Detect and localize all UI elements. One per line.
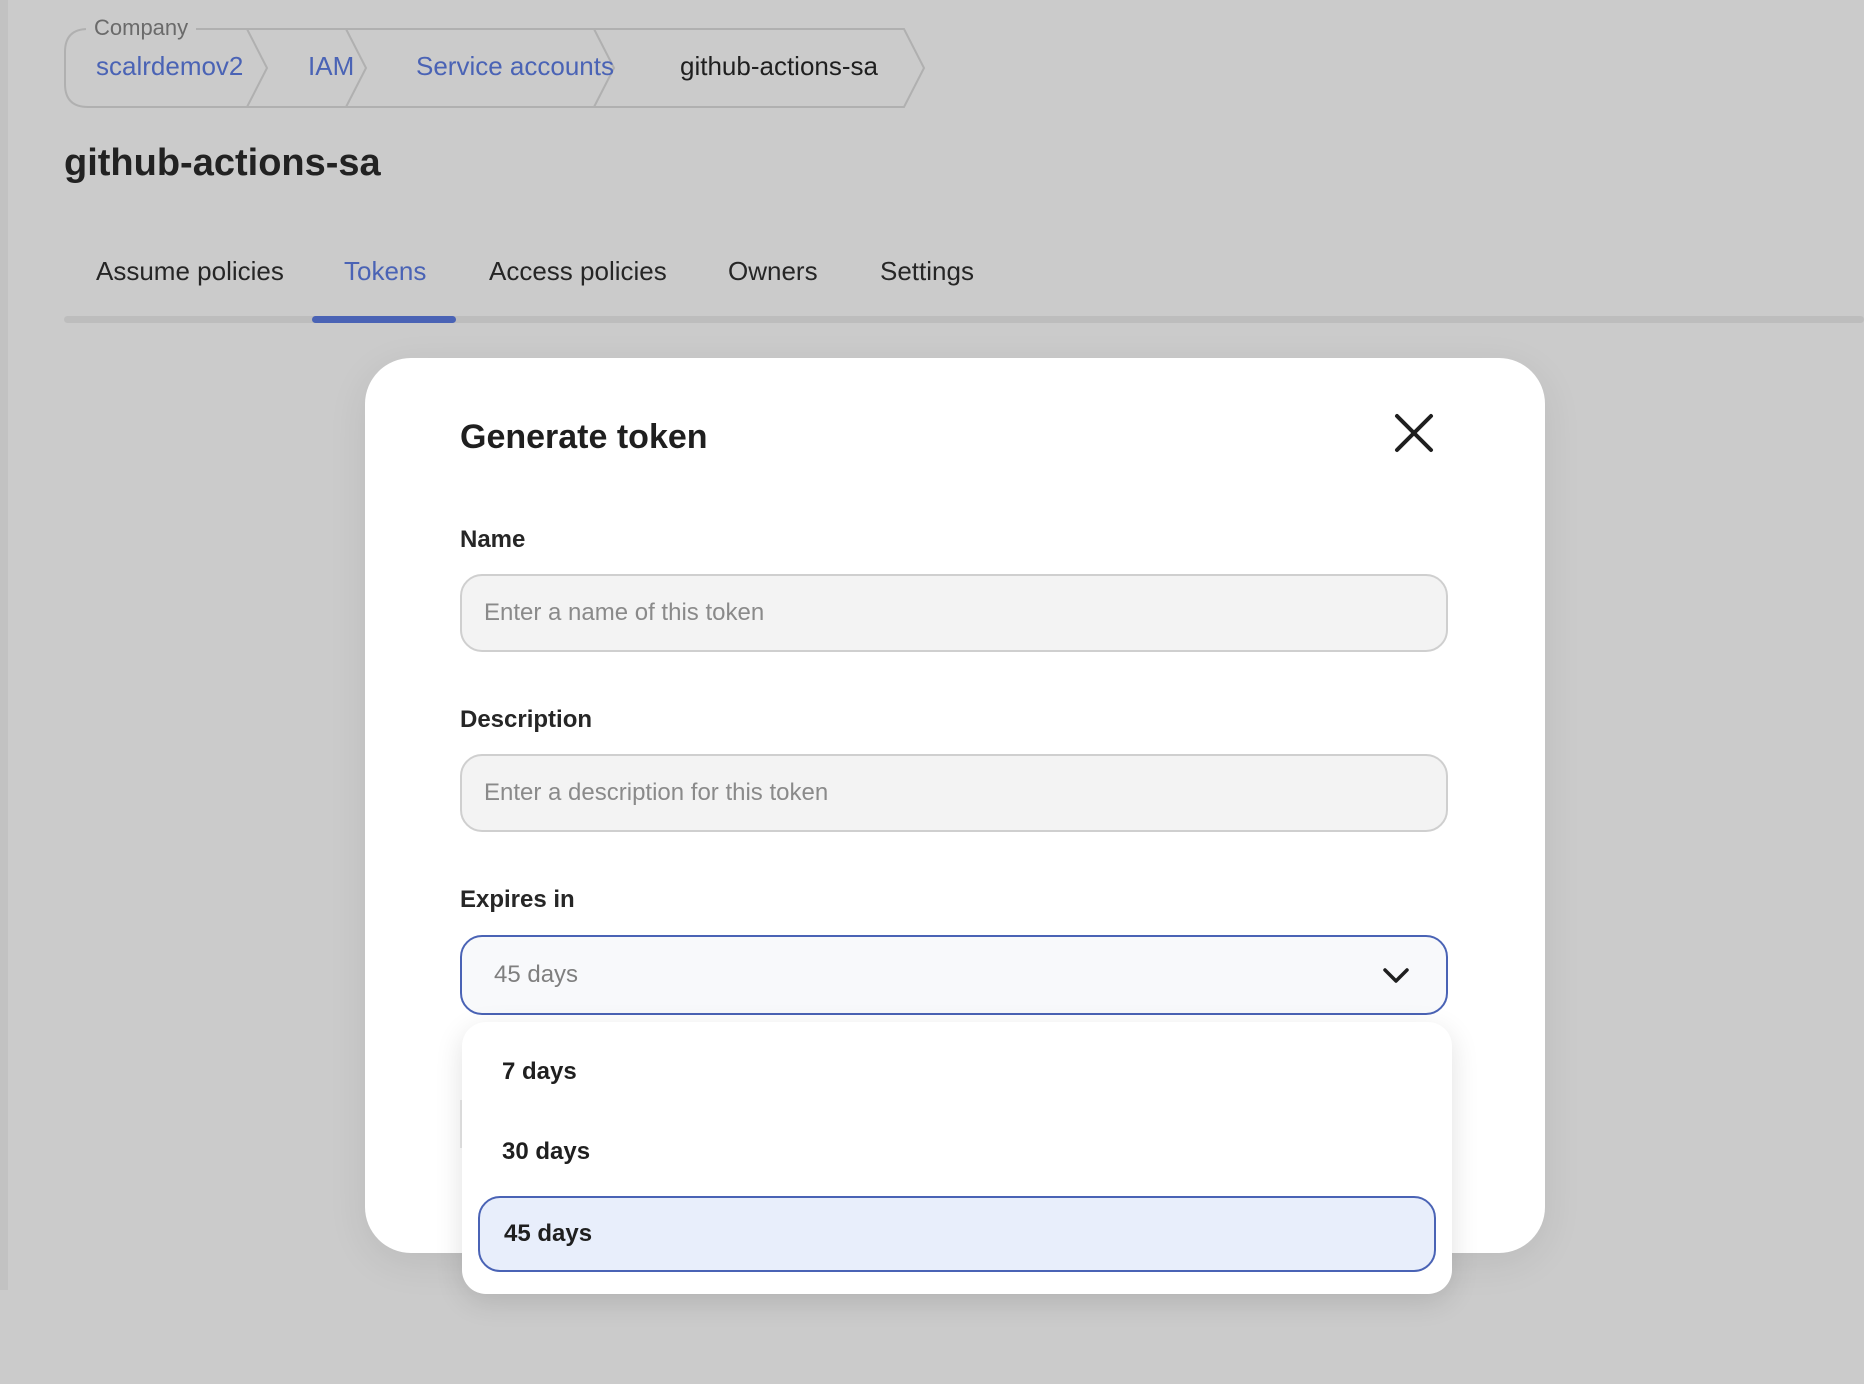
option-30-days[interactable]: 30 days xyxy=(478,1116,1436,1192)
name-label: Name xyxy=(460,526,526,553)
expires-in-dropdown: 7 days 30 days 45 days xyxy=(462,1022,1452,1294)
description-label: Description xyxy=(460,706,593,733)
breadcrumb-item-service-accounts[interactable]: Service accounts xyxy=(416,51,614,82)
tab-access-policies[interactable]: Access policies xyxy=(489,256,667,287)
expires-in-value: 45 days xyxy=(494,961,579,988)
breadcrumb-item-current: github-actions-sa xyxy=(680,51,878,81)
expires-in-select[interactable]: 45 days xyxy=(460,935,1448,1015)
tab-bar: Assume policies Tokens Access policies O… xyxy=(64,256,1864,324)
option-45-days[interactable]: 45 days xyxy=(478,1196,1436,1272)
breadcrumb-item-account[interactable]: scalrdemov2 xyxy=(96,51,243,82)
breadcrumb-item-iam[interactable]: IAM xyxy=(308,51,354,82)
breadcrumb-legend: Company xyxy=(86,15,197,41)
page-title: github-actions-sa xyxy=(64,142,381,184)
expires-in-label: Expires in xyxy=(460,886,575,913)
sidebar-edge xyxy=(0,0,8,1290)
description-input[interactable] xyxy=(460,754,1448,832)
close-button[interactable] xyxy=(1391,410,1437,456)
modal-title: Generate token xyxy=(460,418,708,456)
breadcrumb: Company scalrdemov2 IAM Service accounts… xyxy=(64,15,926,108)
active-tab-indicator xyxy=(312,316,456,323)
close-icon xyxy=(1395,414,1433,452)
tab-settings[interactable]: Settings xyxy=(880,256,974,287)
chevron-down-icon xyxy=(1383,968,1409,983)
tab-assume-policies[interactable]: Assume policies xyxy=(96,256,284,287)
tab-owners[interactable]: Owners xyxy=(728,256,818,287)
name-input[interactable] xyxy=(460,574,1448,652)
tab-tokens[interactable]: Tokens xyxy=(344,256,426,287)
option-7-days[interactable]: 7 days xyxy=(478,1036,1436,1112)
